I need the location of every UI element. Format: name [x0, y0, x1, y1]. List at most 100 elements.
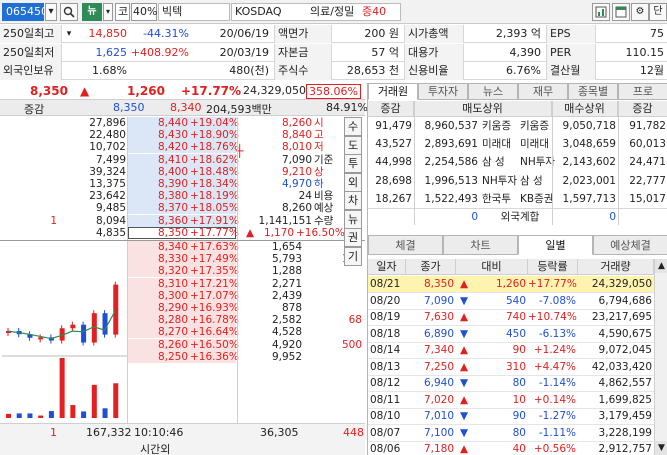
change-header: 증감	[24, 103, 45, 116]
summary-value: 9,210	[281, 165, 312, 178]
foreign-sell: 0	[471, 211, 478, 223]
sell-change: 18,267	[375, 192, 412, 205]
chart-toggle-button[interactable]	[592, 3, 610, 21]
side-button-1[interactable]: 도	[344, 135, 362, 155]
info-value: 75	[650, 27, 664, 40]
stock-name-field[interactable]: 빅텍	[158, 3, 230, 21]
info-row: 250일최고 ▾ 14,850 -44.31% 20/06/19 액면가 200 원 시가총액…	[0, 25, 667, 43]
best-ask-price: 8,350	[113, 101, 145, 114]
daily-volume: 1,699,825	[598, 393, 652, 406]
daily-date: 08/10	[370, 410, 401, 422]
volume-bar	[91, 384, 97, 418]
unit-button[interactable]: 단	[649, 3, 667, 21]
tab-bottom-0[interactable]: 체결	[368, 235, 443, 255]
divider	[0, 240, 365, 241]
sell-broker[interactable]: 한국투	[482, 191, 522, 207]
stock-code-input[interactable]: 065450	[2, 3, 48, 21]
info-value: 12월	[639, 64, 664, 77]
daily-close: 8,350	[423, 278, 454, 290]
daily-header: 일자	[368, 259, 406, 275]
settings-button[interactable]: ⚙	[631, 3, 649, 21]
ask-price: 8,380	[157, 190, 188, 203]
tab-bottom-2[interactable]: 일별	[518, 235, 593, 255]
info-label: EPS	[546, 25, 596, 43]
window-button[interactable]	[612, 3, 630, 21]
bid-pct: +16.78%	[190, 314, 239, 327]
ask-quantity: 8,094	[95, 214, 126, 227]
tab-top-1[interactable]: 투자자	[418, 83, 468, 100]
side-button-0[interactable]: 수	[344, 117, 362, 136]
bid-quantity: 1,654	[271, 241, 302, 253]
bid-pct: +17.07%	[190, 289, 239, 302]
up-arrow-icon: ▲	[460, 360, 469, 373]
sell-broker[interactable]: 키움증	[482, 118, 522, 134]
code-dropdown-button[interactable]: ▾	[45, 3, 57, 21]
daily-header: 등락률	[528, 259, 578, 275]
scroll-up-icon[interactable]: ▲	[655, 259, 667, 273]
volume-bar	[81, 411, 87, 418]
sell-broker[interactable]: NH투자	[482, 173, 522, 189]
sell-broker[interactable]: 미래대	[482, 136, 522, 152]
tab-top-0[interactable]: 거래원	[368, 83, 418, 100]
ask-price: 8,410	[157, 153, 188, 166]
broker-header: 증감	[368, 101, 414, 117]
bid-total: 36,305	[260, 426, 299, 439]
info-label: 시가총액	[404, 25, 464, 43]
bid-pct: +16.36%	[190, 350, 239, 363]
daily-volume: 42,033,420	[591, 360, 652, 373]
side-button-4[interactable]: 차	[344, 191, 362, 210]
bid-price: 8,250	[157, 350, 188, 363]
news-dropdown-button[interactable]: ▾	[103, 3, 113, 21]
sell-change: 43,527	[375, 138, 412, 151]
bid-pct: +17.21%	[190, 277, 239, 290]
tab-bottom-1[interactable]: 차트	[443, 235, 518, 255]
bid-price: 8,340	[157, 241, 188, 253]
sell-amount: 2,893,691	[424, 138, 478, 151]
side-button-2[interactable]: 투	[344, 154, 362, 173]
total-volume: 24,329,050	[243, 84, 306, 97]
info-row: 250일최저 1,625 +408.92% 20/03/19 자본금 57 억 대용가 4,3…	[0, 43, 667, 62]
current-price: 8,350	[30, 84, 68, 98]
buy-amount: 2,023,001	[562, 174, 616, 187]
tab-bottom-3[interactable]: 예상체결	[593, 235, 667, 255]
side-button-6[interactable]: 권	[344, 228, 362, 247]
info-label: 대용가	[404, 43, 464, 62]
sell-broker[interactable]: 삼 성	[482, 154, 522, 170]
side-button-5[interactable]: 뉴	[344, 209, 362, 229]
daily-diff: 540	[505, 294, 526, 307]
info-label: 외국인보유	[0, 62, 62, 80]
expected-pct: +16.50%	[296, 226, 345, 239]
down-arrow-icon: ▼	[460, 377, 469, 389]
scroll-down-icon[interactable]: ▼	[655, 441, 667, 455]
after-hours-button[interactable]: 시간외	[140, 441, 170, 455]
ask-pct: +18.34%	[190, 178, 239, 190]
side-button-3[interactable]: 외	[344, 172, 362, 192]
expected-arrow-icon: ▲	[246, 226, 255, 239]
daily-scrollbar[interactable]	[654, 259, 667, 455]
ask-price: 8,360	[157, 214, 188, 227]
code-type-label[interactable]: 코	[115, 3, 130, 21]
search-button[interactable]	[60, 3, 78, 21]
info-dropdown-icon[interactable]: ▾	[63, 25, 75, 43]
daily-date: 08/14	[370, 344, 401, 356]
info-label: PER	[546, 43, 596, 62]
candle	[81, 324, 87, 343]
tab-top-5[interactable]: 프로	[618, 83, 667, 100]
tab-top-4[interactable]: 종목별	[568, 83, 618, 100]
bid-quantity: 2,582	[271, 314, 302, 327]
daily-pct: +17.77%	[528, 278, 577, 290]
daily-close: 7,090	[423, 294, 454, 307]
bid-price: 8,270	[157, 326, 188, 339]
ask-quantity: 7,499	[95, 153, 126, 166]
side-button-7[interactable]: 기	[344, 246, 362, 266]
ask-price: 8,430	[157, 129, 188, 142]
ask-price: 8,440	[157, 117, 188, 129]
sell-change: 28,698	[375, 174, 412, 187]
orderbook-header: 증감 8,350 8,340 204,593백만 84.91%	[0, 100, 368, 116]
down-arrow-icon: ▼	[460, 327, 469, 340]
news-icon-button[interactable]: 뉴	[82, 3, 102, 21]
summary-value: 8,010	[281, 141, 312, 154]
up-arrow-icon: ▲	[460, 443, 469, 455]
tab-top-3[interactable]: 재무	[518, 83, 568, 100]
tab-top-2[interactable]: 뉴스	[468, 83, 518, 100]
